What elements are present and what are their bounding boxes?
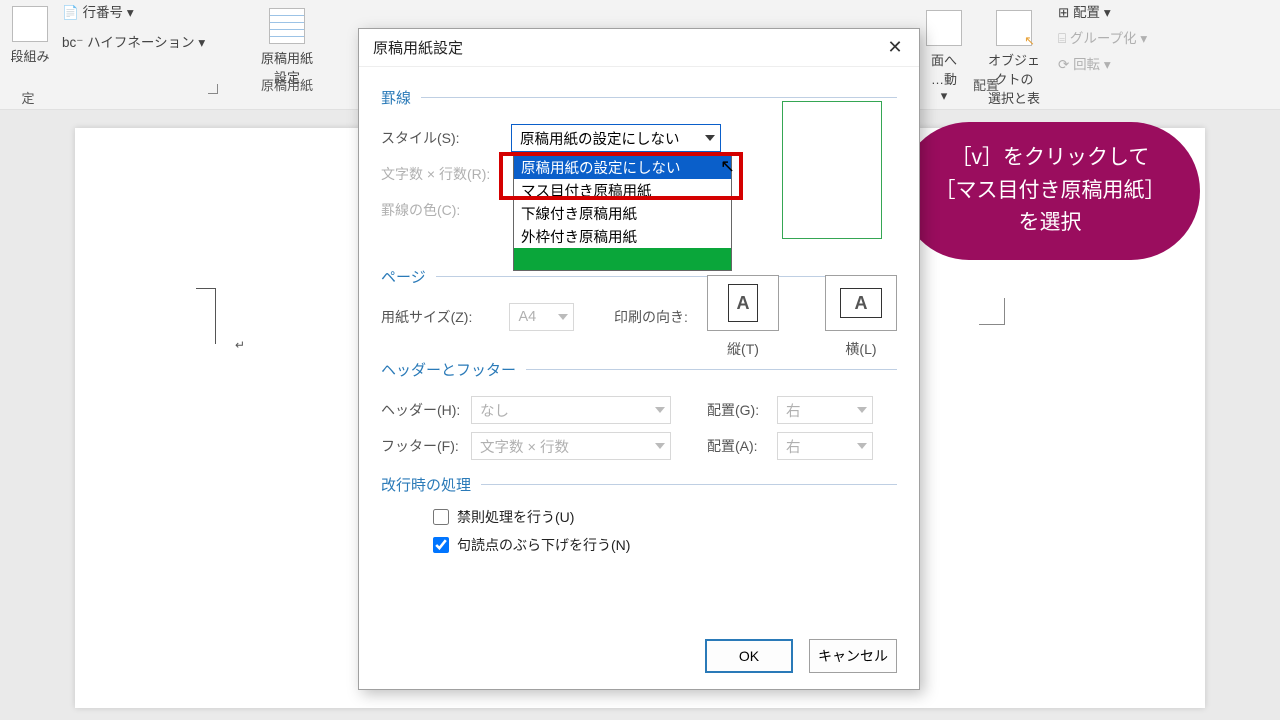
columns-icon [12,6,48,42]
orientation-landscape-label: 横(L) [825,339,897,359]
line-numbers-button[interactable]: 📄 行番号 ▾ [62,0,222,28]
crop-mark-icon [979,298,1005,324]
papersize-combobox: A4 [509,303,574,331]
hyphenation-button[interactable]: bc⁻ ハイフネーション ▾ [62,28,222,58]
text-cursor [230,288,250,318]
selection-pane-icon: ↖ [996,10,1032,46]
mouse-cursor-icon: ↖ [720,156,735,177]
header-align-value: 右 [786,400,801,421]
hanging-punct-label: 句読点のぶら下げを行う(N) [457,535,630,555]
chevron-down-icon [650,433,670,459]
footer-align-value: 右 [786,436,801,457]
ribbon-group-columns: 段組み [0,0,60,100]
manuscript-settings-button[interactable]: 原稿用紙 設定 [255,2,319,86]
footer-value: 文字数 × 行数 [480,436,569,457]
style-dropdown-list[interactable]: 原稿用紙の設定にしない マス目付き原稿用紙 下線付き原稿用紙 外枠付き原稿用紙 [513,155,732,271]
rotate-label: 回転 [1073,57,1100,72]
kinsoku-label: 禁則処理を行う(U) [457,507,574,527]
genkou-settings-dialog: 原稿用紙設定 ✕ 罫線 スタイル(S): 原稿用紙の設定にしない 文字数 × 行… [358,28,920,690]
style-option-color-row[interactable] [514,248,731,270]
chevron-down-icon [650,397,670,423]
rotate-button[interactable]: ⟳ 回転 ▾ [1058,52,1188,78]
header-label: ヘッダー(H): [381,400,471,420]
callout-line2: ［マス目付き原稿用紙］ [935,179,1166,202]
orientation-portrait-label: 縦(T) [707,339,779,359]
group-label: グループ化 [1070,31,1137,46]
section-header-footer: ヘッダーとフッター [381,359,897,380]
chevron-down-icon[interactable] [700,125,720,151]
ribbon-group-arrange-left: 面へ …動 ▾ ↖ オブジェクトの 選択と表示 配置 [920,0,1052,100]
footer-combobox: 文字数 × 行数 [471,432,671,460]
align-button[interactable]: ⊞ 配置 ▾ [1058,0,1188,26]
style-combobox[interactable]: 原稿用紙の設定にしない [511,124,721,152]
chevron-down-icon [852,397,872,423]
orientation-portrait-option[interactable]: A 縦(T) [707,275,779,359]
chevron-down-icon [852,433,872,459]
manuscript-grid-icon [269,8,305,44]
columns-label: 段組み [10,46,49,65]
footer-label: フッター(F): [381,436,471,456]
align-label: 配置 [1073,5,1100,20]
header-combobox: なし [471,396,671,424]
header-align-label: 配置(G): [707,400,777,420]
ribbon-group-manuscript: 原稿用紙 設定 原稿用紙 [232,0,342,100]
section-line-break: 改行時の処理 [381,474,897,495]
ribbon-leftover-tab-label: 定 [0,88,56,107]
send-backward-button[interactable]: 面へ …動 ▾ [920,4,968,126]
kinsoku-check-input[interactable] [433,509,449,525]
dialog-title: 原稿用紙設定 [359,29,919,67]
papersize-label: 用紙サイズ(Z): [381,307,509,327]
columns-button[interactable]: 段組み [4,0,55,65]
send-backward-icon [926,10,962,46]
style-option-grid[interactable]: マス目付き原稿用紙 [514,179,731,202]
style-option-underline[interactable]: 下線付き原稿用紙 [514,202,731,225]
send-backward-l1: 面へ [926,50,962,69]
group-button[interactable]: ⌸ グループ化 ▾ [1058,26,1188,52]
header-align-combobox: 右 [777,396,873,424]
callout-line1: ［v］をクリックして [951,146,1150,169]
footer-align-combobox: 右 [777,432,873,460]
style-option-none[interactable]: 原稿用紙の設定にしない [514,156,731,179]
kinsoku-checkbox[interactable]: 禁則処理を行う(U) [433,507,897,527]
orientation-landscape-option[interactable]: A 横(L) [825,275,897,359]
ribbon-group-pagesetup-extra: 📄 行番号 ▾ bc⁻ ハイフネーション ▾ [62,0,222,98]
header-value: なし [480,400,509,421]
dialog-close-button[interactable]: ✕ [871,29,919,67]
hanging-punct-checkbox[interactable]: 句読点のぶら下げを行う(N) [433,535,897,555]
callout-line3: を選択 [1019,211,1082,234]
instruction-callout: ［v］をクリックして ［マス目付き原稿用紙］ を選択 [900,122,1200,260]
footer-align-label: 配置(A): [707,436,777,456]
ribbon-group-arrange-right: ⊞ 配置 ▾ ⌸ グループ化 ▾ ⟳ 回転 ▾ [1058,0,1188,100]
arrange-group-label: 配置 [920,75,1052,94]
selection-pane-button[interactable]: ↖ オブジェクトの 選択と表示 [976,4,1052,126]
chars-rows-label: 文字数 × 行数(R): [381,164,511,184]
style-option-frame[interactable]: 外枠付き原稿用紙 [514,225,731,248]
hanging-punct-check-input[interactable] [433,537,449,553]
cancel-button[interactable]: キャンセル [809,639,897,673]
orientation-label: 印刷の向き: [614,307,699,327]
manuscript-label-1: 原稿用紙 [261,48,313,67]
hyphenation-label: ハイフネーション [87,35,194,50]
paragraph-mark-icon: ↵ [235,338,245,352]
line-numbers-label: 行番号 [83,5,124,20]
style-label: スタイル(S): [381,128,511,148]
dialog-launcher-icon[interactable] [208,84,218,94]
papersize-value: A4 [518,309,536,325]
line-color-label: 罫線の色(C): [381,200,511,220]
style-value: 原稿用紙の設定にしない [520,128,680,149]
manuscript-group-label: 原稿用紙 [232,75,342,94]
ok-button[interactable]: OK [705,639,793,673]
style-preview [782,101,882,239]
chevron-down-icon [553,304,573,330]
